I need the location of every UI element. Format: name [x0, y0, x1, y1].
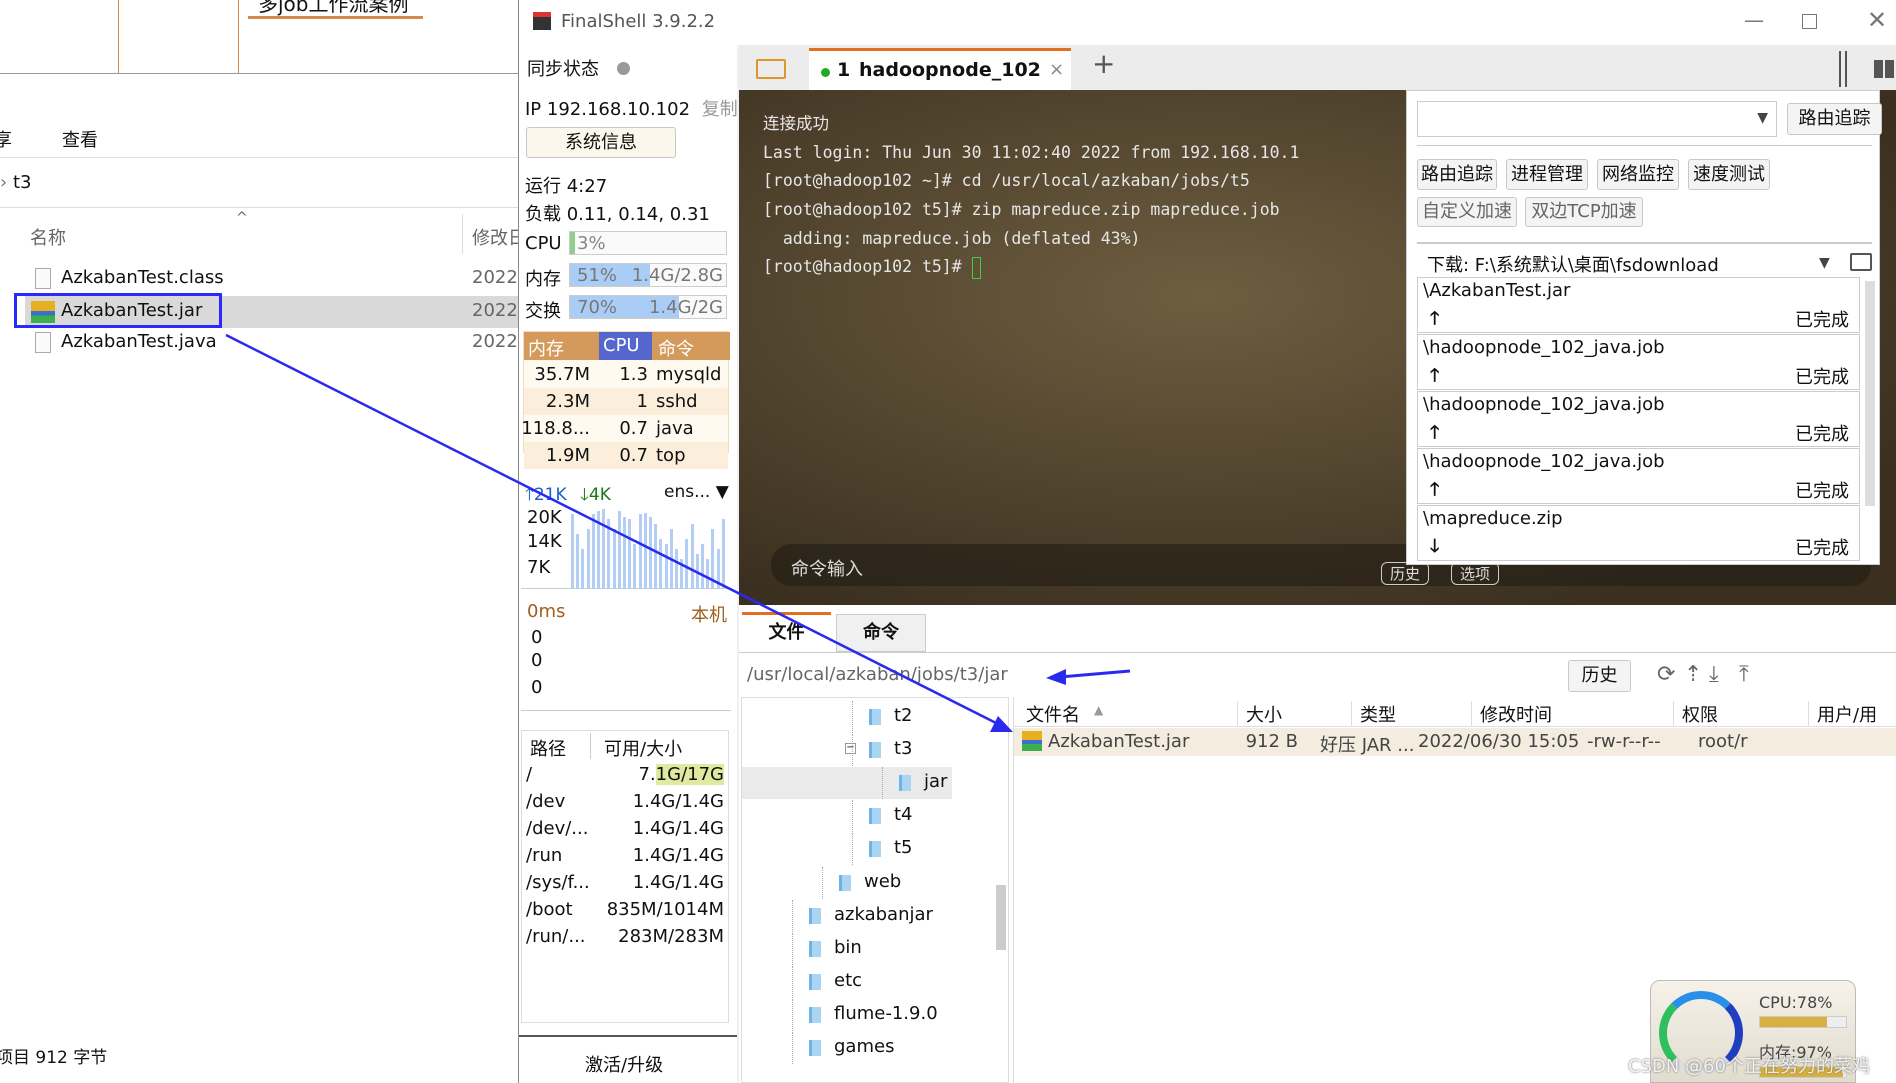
- watermark: CSDN @60个正在努力的菜鸡: [1628, 1056, 1870, 1077]
- drag-arrow-line: [225, 333, 1001, 727]
- path-arrow-line: [1059, 669, 1131, 679]
- path-arrow-head: [1046, 669, 1066, 685]
- widget-cpu: CPU:78%: [1759, 993, 1833, 1012]
- annotation-arrows: [225, 333, 1131, 732]
- drag-arrow-head: [990, 716, 1013, 732]
